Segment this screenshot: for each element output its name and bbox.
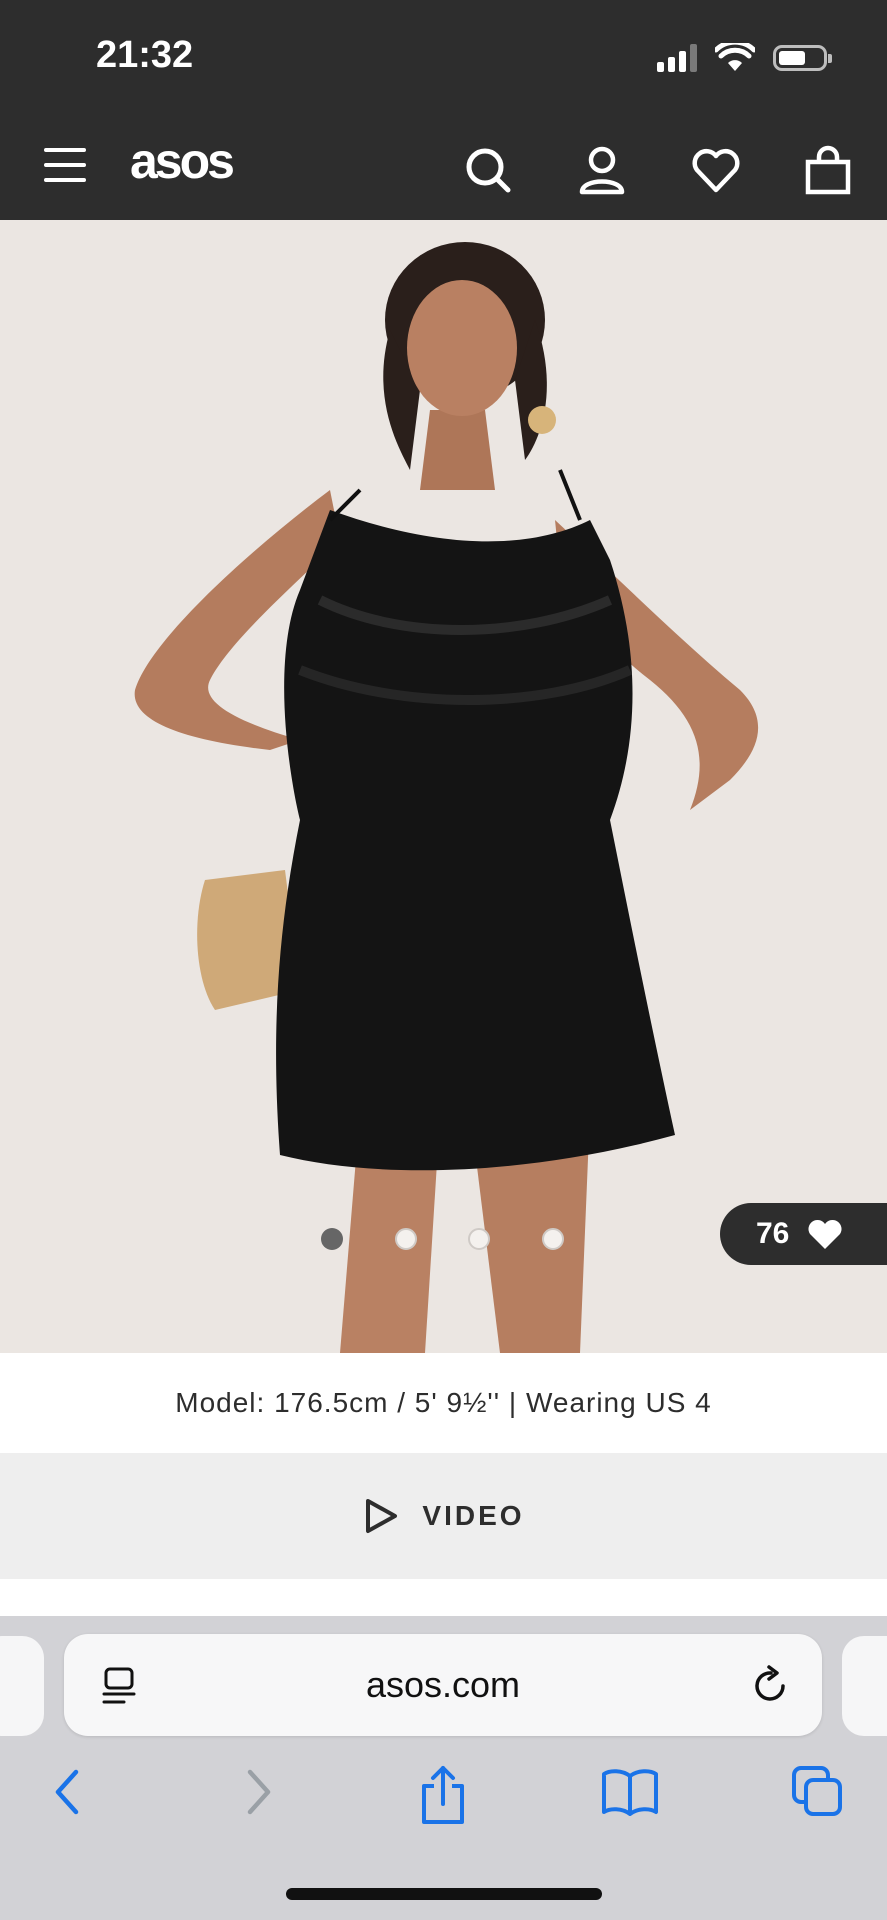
asos-logo[interactable]: asos bbox=[130, 132, 235, 190]
cellular-signal-icon bbox=[657, 44, 697, 72]
site-header: asos bbox=[0, 120, 887, 220]
status-time: 21:32 bbox=[96, 34, 194, 76]
account-icon[interactable] bbox=[574, 142, 630, 198]
address-bar[interactable]: asos.com bbox=[64, 1634, 822, 1736]
bookmarks-icon[interactable] bbox=[600, 1764, 660, 1820]
wishlist-heart-icon[interactable] bbox=[688, 142, 744, 198]
status-icons bbox=[657, 42, 832, 74]
share-icon[interactable] bbox=[416, 1764, 470, 1828]
gallery-dot[interactable] bbox=[468, 1228, 490, 1250]
top-bar: 21:32 asos bbox=[0, 0, 887, 220]
browser-chrome: asos.com bbox=[0, 1616, 887, 1920]
video-button-label: VIDEO bbox=[422, 1500, 525, 1531]
gallery-dot[interactable] bbox=[395, 1228, 417, 1250]
video-button[interactable]: VIDEO bbox=[0, 1453, 887, 1579]
shopping-bag-icon[interactable] bbox=[800, 142, 856, 198]
gallery-dot[interactable] bbox=[542, 1228, 564, 1250]
tabs-icon[interactable] bbox=[790, 1764, 846, 1820]
next-tab-preview[interactable] bbox=[842, 1636, 887, 1736]
save-count: 76 bbox=[756, 1217, 790, 1250]
menu-icon[interactable] bbox=[44, 148, 86, 182]
browser-toolbar bbox=[0, 1764, 887, 1844]
save-count-badge[interactable]: 76 bbox=[720, 1203, 887, 1265]
product-image[interactable]: 76 bbox=[0, 220, 887, 1353]
gallery-dot[interactable] bbox=[321, 1228, 343, 1250]
battery-icon bbox=[773, 45, 832, 71]
model-info: Model: 176.5cm / 5' 9½'' | Wearing US 4 bbox=[175, 1387, 712, 1418]
home-indicator bbox=[286, 1888, 602, 1900]
model-photo bbox=[0, 220, 887, 1353]
reload-icon[interactable] bbox=[750, 1664, 792, 1706]
heart-filled-icon bbox=[808, 1219, 842, 1249]
url-text[interactable]: asos.com bbox=[64, 1634, 822, 1736]
wifi-icon bbox=[715, 43, 755, 71]
play-icon bbox=[366, 1499, 398, 1533]
forward-icon[interactable] bbox=[236, 1764, 280, 1820]
back-icon[interactable] bbox=[46, 1764, 90, 1820]
content-continuation bbox=[0, 1579, 887, 1617]
search-icon[interactable] bbox=[460, 142, 516, 198]
previous-tab-preview[interactable] bbox=[0, 1636, 44, 1736]
